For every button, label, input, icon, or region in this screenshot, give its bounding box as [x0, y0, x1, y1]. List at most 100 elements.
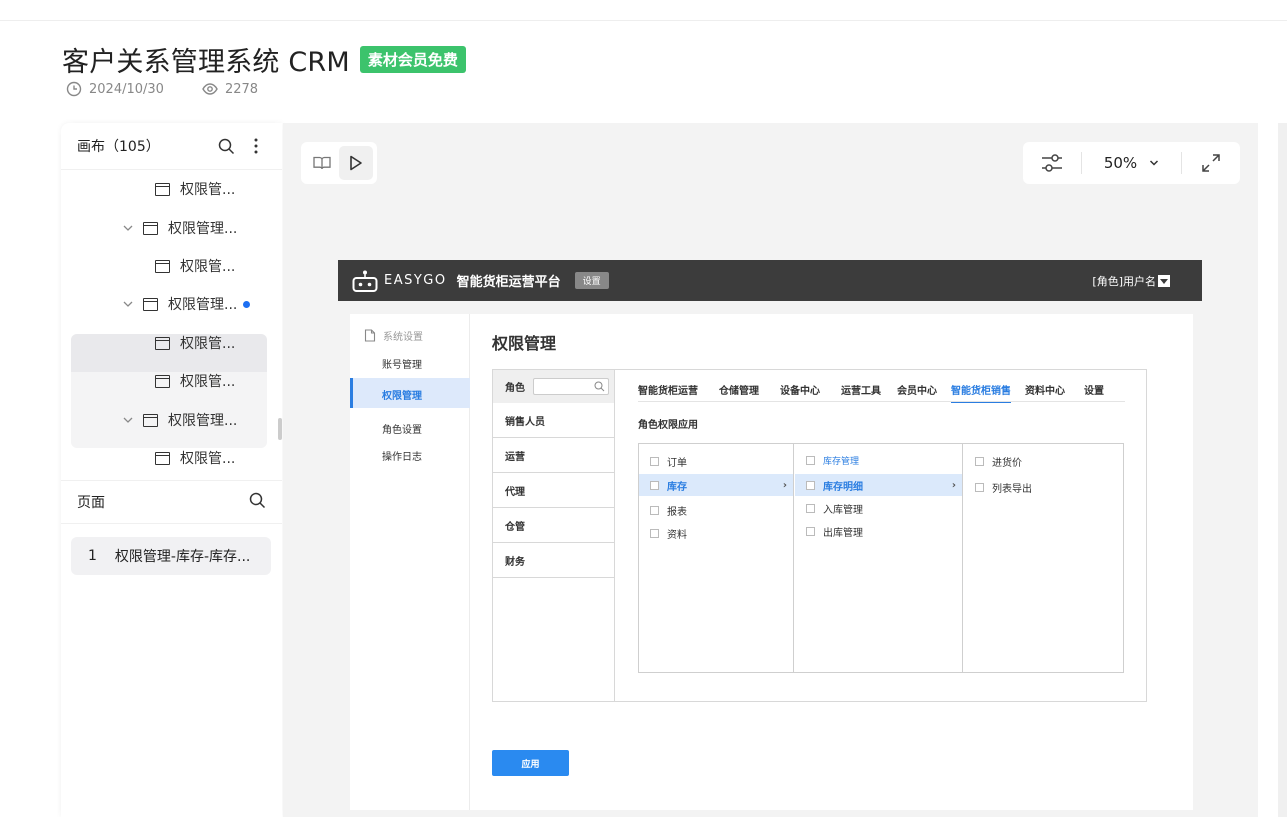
checkbox[interactable]	[650, 528, 659, 538]
scrollbar[interactable]	[278, 418, 282, 440]
tree-item[interactable]: 权限管理...	[71, 210, 268, 246]
prototype-sidebar: 系统设置 账号管理 权限管理 角色设置 操作日志	[350, 314, 470, 810]
perm-label: 进货价	[992, 457, 1022, 469]
user-name: [角色]用户名	[1092, 274, 1156, 288]
prototype-header: EASYGO 智能货柜运营平台 设置 [角色]用户名	[338, 260, 1202, 301]
perm-item-selected[interactable]: 库存 ›	[639, 474, 793, 496]
views-meta: 2278	[202, 81, 258, 97]
checkbox[interactable]	[975, 482, 984, 492]
checkbox[interactable]	[806, 480, 815, 490]
perm-label: 库存明细	[823, 481, 863, 493]
fullscreen-icon[interactable]	[1182, 142, 1240, 184]
tree-item-label: 权限管...	[180, 336, 236, 352]
more-icon[interactable]	[246, 136, 266, 156]
tab-item-active[interactable]: 智能货柜销售	[951, 382, 1011, 403]
perm-item[interactable]: 进货价	[964, 450, 1124, 472]
logo: EASYGO	[352, 270, 447, 292]
search-icon[interactable]	[216, 136, 236, 156]
checkbox[interactable]	[975, 456, 984, 466]
sidebar-item-log[interactable]: 操作日志	[382, 448, 422, 463]
right-scroll-area	[1278, 123, 1287, 817]
checkbox[interactable]	[650, 456, 659, 466]
role-item[interactable]: 代理	[493, 473, 614, 508]
roles-header-label: 角色	[505, 383, 525, 394]
page-title: 客户关系管理系统 CRM	[62, 47, 350, 78]
sidebar-item-role[interactable]: 角色设置	[382, 421, 422, 436]
perm-item-selected[interactable]: 库存明细 ›	[795, 474, 962, 496]
role-item[interactable]: 运营	[493, 438, 614, 473]
perm-item[interactable]: 报表	[639, 499, 793, 521]
checkbox[interactable]	[806, 526, 815, 536]
user-menu[interactable]: [角色]用户名	[1092, 273, 1170, 289]
tree-item[interactable]: 权限管...	[71, 363, 268, 399]
perm-item[interactable]: 出库管理	[795, 520, 962, 542]
perm-label: 列表导出	[992, 483, 1032, 495]
perm-item[interactable]: 订单	[639, 450, 793, 472]
settings-tag[interactable]: 设置	[574, 272, 609, 289]
tab-item[interactable]: 资料中心	[1025, 382, 1065, 403]
content-title: 权限管理	[492, 334, 557, 353]
tree-item[interactable]: 权限管...	[71, 325, 268, 361]
permission-column-3: 进货价 列表导出	[964, 444, 1124, 672]
tab-item[interactable]: 运营工具	[841, 382, 881, 403]
chevron-down-icon[interactable]	[121, 413, 135, 427]
zoom-select[interactable]: 50%	[1082, 154, 1181, 172]
date-meta: 2024/10/30	[66, 81, 164, 97]
search-icon[interactable]	[249, 492, 266, 513]
sidebar-item-permission[interactable]: 权限管理	[350, 378, 470, 408]
page-icon	[155, 336, 170, 350]
perm-label: 出库管理	[823, 527, 863, 539]
page-icon	[155, 182, 170, 196]
canvas-title: 画布（105）	[77, 139, 160, 155]
perm-label: 资料	[667, 529, 687, 541]
tab-item[interactable]: 仓储管理	[719, 382, 759, 403]
layers-panel: 画布（105） 权限管... 权限管理... 权限管... 权限管理... 权限…	[61, 123, 282, 817]
tree-item[interactable]: 权限管...	[71, 248, 268, 284]
perm-item[interactable]: 资料	[639, 522, 793, 544]
role-item[interactable]: 销售人员	[493, 403, 614, 438]
perm-item[interactable]: 库存管理	[795, 449, 962, 471]
pages-header: 页面	[61, 480, 282, 524]
tab-item[interactable]: 设置	[1084, 382, 1104, 403]
chevron-down-icon[interactable]	[121, 297, 135, 311]
checkbox[interactable]	[650, 505, 659, 515]
tab-item[interactable]: 智能货柜运营	[638, 382, 698, 403]
roles-list: 角色 销售人员 运营 代理 仓管 财务	[493, 370, 615, 701]
chevron-right-icon: ›	[782, 479, 787, 491]
tab-item[interactable]: 设备中心	[780, 382, 820, 403]
adjust-icon[interactable]	[1023, 142, 1081, 184]
role-item[interactable]: 财务	[493, 543, 614, 578]
member-free-badge[interactable]: 素材会员免费	[359, 46, 466, 73]
apply-button[interactable]: 应用	[492, 750, 569, 776]
perm-label: 订单	[667, 457, 687, 469]
tab-item[interactable]: 会员中心	[897, 382, 937, 403]
tree-item[interactable]: 权限管...	[71, 440, 268, 476]
perm-item[interactable]: 列表导出	[964, 476, 1124, 498]
prototype-body: 系统设置 账号管理 权限管理 角色设置 操作日志 权限管理 角色 销售人员 运营…	[350, 314, 1193, 810]
checkbox[interactable]	[650, 480, 659, 490]
canvas-tree: 权限管... 权限管理... 权限管... 权限管理... 权限管... 权限管…	[61, 170, 282, 488]
sidebar-item-account[interactable]: 账号管理	[382, 356, 422, 371]
chevron-down-icon[interactable]	[121, 221, 135, 235]
document-icon	[364, 329, 376, 342]
role-search-input[interactable]	[533, 378, 609, 395]
checkbox[interactable]	[806, 503, 815, 513]
canvas-header: 画布（105）	[61, 123, 282, 170]
chevron-right-icon: ›	[951, 479, 956, 491]
tree-item-active[interactable]: 权限管理...	[71, 286, 268, 322]
eye-icon	[202, 83, 218, 95]
page-list-item[interactable]: 1 权限管理-库存-库存...	[71, 537, 271, 575]
perm-item[interactable]: 入库管理	[795, 497, 962, 519]
perm-label: 入库管理	[823, 504, 863, 516]
module-tabs: 智能货柜运营 仓储管理 设备中心 运营工具 会员中心 智能货柜销售 资料中心 设…	[638, 382, 1125, 403]
play-icon[interactable]	[339, 146, 373, 180]
pages-title: 页面	[77, 495, 105, 511]
book-icon[interactable]	[305, 146, 339, 180]
page-icon	[143, 221, 158, 235]
page-icon	[155, 451, 170, 465]
tree-item[interactable]: 权限管...	[71, 171, 268, 207]
permission-grid: 订单 库存 › 报表 资料 库存管理 库存明细 › 入库管理 出库管理 进货价 列表…	[638, 443, 1124, 673]
checkbox[interactable]	[806, 455, 815, 465]
tree-item[interactable]: 权限管理...	[71, 402, 268, 438]
role-item[interactable]: 仓管	[493, 508, 614, 543]
